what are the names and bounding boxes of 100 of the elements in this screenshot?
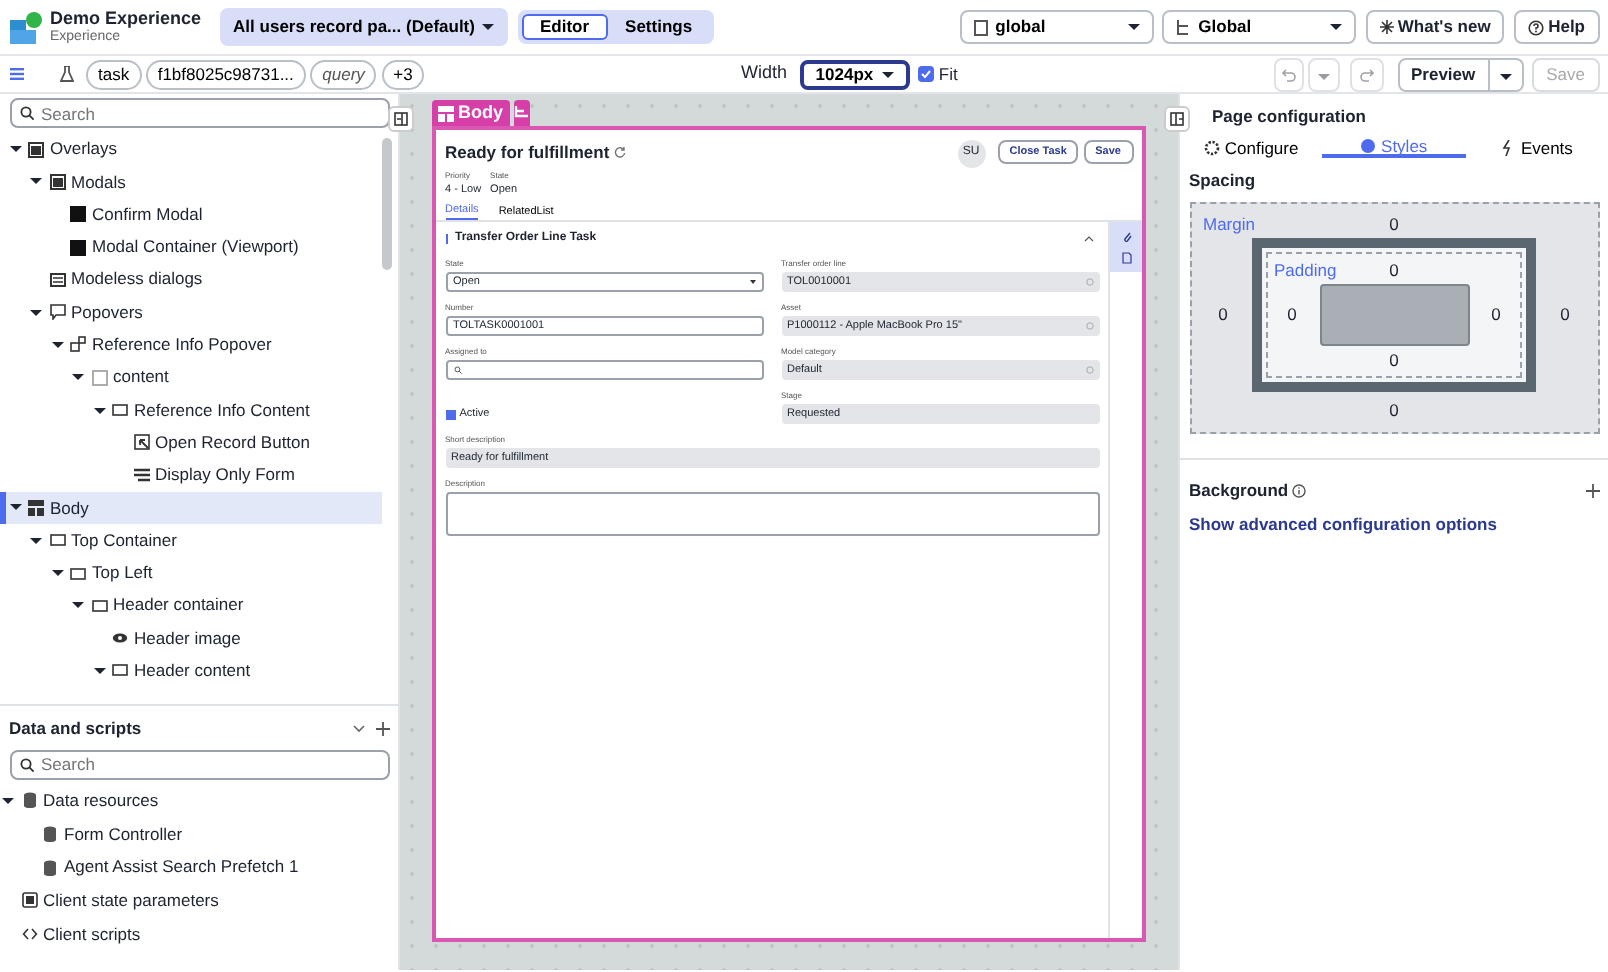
caret-icon[interactable] [30,309,42,316]
tree-item[interactable]: Open Record Button [0,426,382,459]
margin-label: Margin [1203,212,1257,238]
caret-icon [749,279,755,284]
caret-icon[interactable] [51,570,63,576]
caret-icon[interactable] [72,374,84,381]
parameter-chip[interactable]: +3 [381,59,425,89]
tree-item[interactable]: Top Left [0,556,382,590]
hierarchy-button[interactable] [513,100,530,126]
square-icon [91,369,107,386]
redo-icon [1359,67,1374,82]
record-title: Ready for fulfillment [445,139,610,165]
caret-icon [881,71,894,77]
collapse-panel-button[interactable] [388,106,414,132]
caret-icon[interactable] [72,602,84,609]
width-dropdown[interactable]: 1024px [799,59,910,89]
margin-left-value[interactable]: 0 [1203,302,1243,328]
tree-item[interactable]: Modals [0,165,382,199]
whats-new-button[interactable]: What's new [1365,10,1505,44]
padding-top-value[interactable]: 0 [1344,257,1444,283]
tree-item[interactable]: Display Only Form [0,458,382,492]
database-icon [21,792,37,809]
undo-icon [1282,67,1296,82]
caret-icon[interactable] [2,797,14,804]
tree-item[interactable]: Overlays [0,133,382,166]
caret-icon [1499,73,1512,79]
config-tab[interactable]: Events [1465,137,1608,159]
tree-item[interactable]: Header container [0,589,382,622]
tree-item[interactable]: Client scripts [0,917,389,951]
scope-dropdown[interactable]: global [959,10,1154,44]
undo-menu-button[interactable] [1308,57,1341,91]
plus-icon [375,721,389,735]
caret-icon[interactable] [93,407,105,414]
eye-icon [112,630,128,647]
tree-item[interactable]: Reference Info Content [0,393,382,427]
mode-tab[interactable]: Editor [521,14,608,40]
fit-checkbox[interactable] [918,66,935,82]
description-field[interactable] [445,491,1099,536]
search-icon [19,106,33,121]
app-dropdown[interactable]: Global [1162,10,1357,44]
database-icon [42,859,58,876]
data-search-field[interactable]: Search [9,749,389,780]
tree-item[interactable]: Header image [0,621,382,655]
margin-bottom-value[interactable]: 0 [1203,398,1585,424]
sparkle-icon [1379,20,1394,34]
square-icon [70,206,86,223]
chevron-icon [1084,236,1095,243]
parameter-chip[interactable]: task [86,59,142,89]
tree-item[interactable]: Body [0,491,382,525]
padding-bottom-value[interactable]: 0 [1274,347,1514,373]
parameter-chip[interactable]: query [310,59,377,89]
add-button[interactable] [375,718,389,737]
margin-right-value[interactable]: 0 [1545,302,1585,328]
mode-tab[interactable]: Settings [607,14,711,40]
scrollbar-thumb[interactable] [382,137,392,269]
tree-item[interactable]: Top Container [0,524,382,557]
tree-item[interactable]: Form Controller [0,817,389,851]
parameter-chip[interactable]: f1bf8025c98731... [145,59,306,89]
caret-icon[interactable] [93,667,105,674]
caret-icon[interactable] [30,537,42,544]
section-title: Spacing [1189,167,1258,193]
caret-icon[interactable] [51,341,63,348]
preview-menu-button[interactable] [1489,57,1524,91]
caret-icon [1127,24,1140,30]
tree-item[interactable]: Agent Assist Search Prefetch 1 [0,850,389,885]
config-tab[interactable]: Configure [1180,137,1323,159]
padding-right-value[interactable]: 0 [1478,301,1514,327]
speech-bubble-icon [49,304,65,321]
tree-item[interactable]: Popovers [0,295,382,329]
search-icon [453,365,461,374]
page-dropdown[interactable]: All users record pa... (Default) [219,8,509,46]
tree-item[interactable]: Reference Info Popover [0,328,382,362]
tree-search-field[interactable]: Search [9,98,389,129]
padding-label: Padding [1274,257,1339,283]
caret-icon[interactable] [9,504,21,511]
margin-top-value[interactable]: 0 [1279,212,1509,238]
advanced-options-link[interactable]: Show advanced configuration options [1189,514,1497,535]
active-checkbox[interactable] [445,409,455,420]
caret-icon[interactable] [9,146,21,153]
tree-item[interactable]: Client state parameters [0,884,389,918]
tree-item[interactable]: Data resources [0,784,389,818]
refresh-button[interactable] [613,142,626,161]
collapse-panel-button[interactable] [1164,106,1190,132]
tree-item[interactable]: Modal Container (Viewport) [0,230,382,264]
logo-icon [9,11,41,43]
tree-item[interactable]: Confirm Modal [0,198,382,231]
document-button[interactable] [1121,248,1131,267]
preview-button[interactable]: Preview [1397,57,1490,91]
menu-icon[interactable] [9,68,23,80]
code-icon [21,926,37,943]
help-button[interactable]: Help [1513,10,1599,44]
add-button[interactable] [1585,481,1599,500]
tree-item[interactable]: content [0,361,382,394]
config-tab[interactable]: Styles [1322,137,1466,159]
caret-icon[interactable] [30,178,42,185]
padding-left-value[interactable]: 0 [1274,301,1310,327]
input-field[interactable] [445,359,763,380]
tree-item[interactable]: Modeless dialogs [0,263,382,296]
tree-item[interactable]: Header content [0,654,382,688]
component-tag: Body [432,100,509,126]
